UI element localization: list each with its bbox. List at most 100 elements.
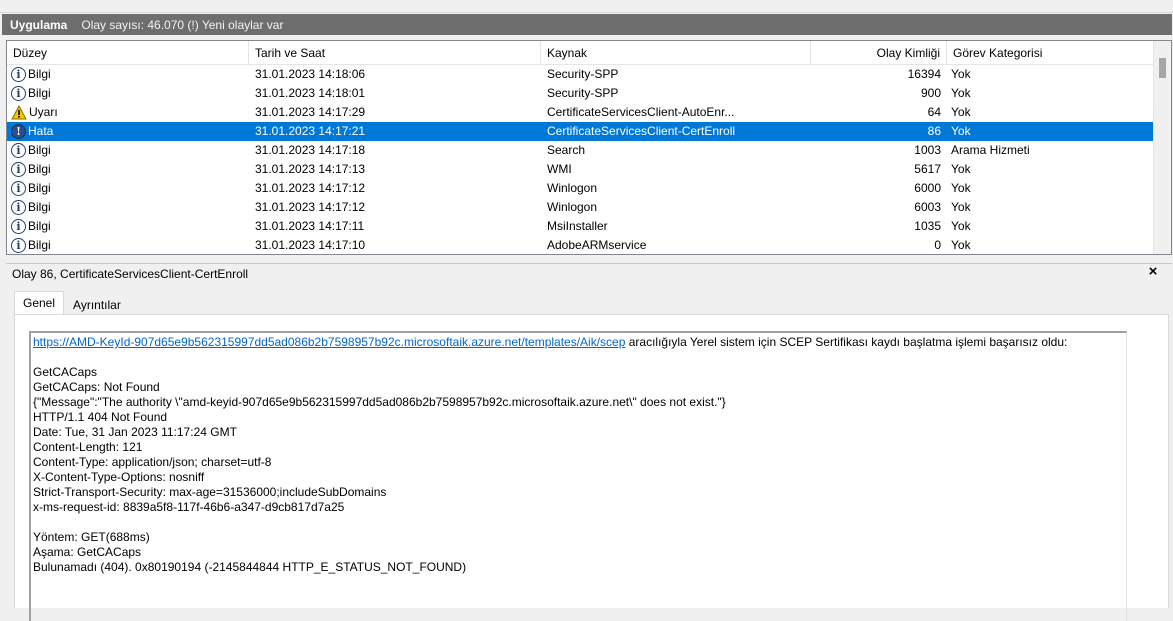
detail-tabs: Genel Ayrıntılar — [14, 291, 130, 315]
cell-level: i Bilgi — [11, 236, 251, 254]
cell-task-category: Yok — [951, 105, 971, 119]
close-icon[interactable]: × — [1145, 264, 1161, 280]
cell-source: MsiInstaller — [547, 219, 608, 233]
cell-level: i Bilgi — [11, 141, 251, 160]
cell-date: 31.01.2023 14:18:01 — [255, 86, 366, 100]
table-row[interactable]: i Bilgi 31.01.2023 14:18:01 Security-SPP 900… — [7, 84, 1154, 103]
tab-details[interactable]: Ayrıntılar — [64, 293, 130, 315]
event-rows: i Bilgi 31.01.2023 14:18:06 Security-SPP 163… — [7, 65, 1154, 254]
column-header-event-id[interactable]: Olay Kimliği — [811, 41, 947, 65]
description-blank-line — [33, 350, 1122, 365]
cell-level: i Bilgi — [11, 160, 251, 179]
level-text: Bilgi — [28, 67, 51, 81]
table-row[interactable]: i Bilgi 31.01.2023 14:17:12 Winlogon 6003 Yok — [7, 198, 1154, 217]
column-header-date[interactable]: Tarih ve Saat — [249, 41, 541, 65]
description-line: GetCACaps: Not Found — [33, 380, 160, 394]
cell-level: i Bilgi — [11, 198, 251, 217]
table-row[interactable]: i Bilgi 31.01.2023 14:18:06 Security-SPP 163… — [7, 65, 1154, 84]
description-line: Bulunamadı (404). 0x80190194 (-214584484… — [33, 560, 467, 574]
event-count: Olay sayısı: 46.070 (!) Yeni olaylar var — [81, 17, 284, 32]
cell-event-id: 1035 — [914, 219, 941, 233]
cell-task-category: Arama Hizmeti — [951, 143, 1030, 157]
event-detail-header: Olay 86, CertificateServicesClient-CertE… — [6, 263, 1172, 283]
level-text: Hata — [28, 124, 54, 138]
event-detail-title: Olay 86, CertificateServicesClient-CertE… — [12, 266, 249, 281]
scrollbar-thumb[interactable] — [1159, 58, 1166, 78]
description-line: Strict-Transport-Security: max-age=31536… — [33, 485, 387, 499]
cell-event-id: 86 — [927, 124, 941, 138]
level-text: Bilgi — [28, 143, 51, 157]
cell-task-category: Yok — [951, 219, 971, 233]
level-text: Uyarı — [29, 105, 58, 119]
cell-event-id: 900 — [920, 86, 941, 100]
table-row[interactable]: i Bilgi 31.01.2023 14:17:10 AdobeARMservice… — [7, 236, 1154, 254]
cell-task-category: Yok — [951, 124, 971, 138]
cell-event-id: 64 — [927, 105, 941, 119]
description-blank-line — [33, 515, 1122, 530]
cell-source: Search — [547, 143, 586, 157]
cell-level: i Bilgi — [11, 179, 251, 198]
description-line: Date: Tue, 31 Jan 2023 11:17:24 GMT — [33, 425, 237, 439]
description-line: x-ms-request-id: 8839a5f8-117f-46b6-a347… — [33, 500, 345, 514]
cell-date: 31.01.2023 14:17:10 — [255, 238, 366, 252]
error-icon: ! — [11, 124, 26, 139]
column-header-source[interactable]: Kaynak — [541, 41, 811, 65]
description-line: Content-Length: 121 — [33, 440, 143, 454]
description-line: Content-Type: application/json; charset=… — [33, 455, 272, 469]
cell-event-id: 5617 — [914, 162, 941, 176]
cell-source: Security-SPP — [547, 67, 619, 81]
cell-source: Winlogon — [547, 181, 598, 195]
description-line: HTTP/1.1 404 Not Found — [33, 410, 168, 424]
description-line: GetCACaps — [33, 365, 98, 379]
column-header-level[interactable]: Düzey — [7, 41, 249, 65]
cell-date: 31.01.2023 14:18:06 — [255, 67, 366, 81]
description-line: {"Message":"The authority \"amd-keyid-90… — [33, 395, 726, 409]
level-text: Bilgi — [28, 219, 51, 233]
cell-task-category: Yok — [951, 67, 971, 81]
info-icon: i — [11, 181, 26, 196]
cell-task-category: Yok — [951, 162, 971, 176]
cell-task-category: Yok — [951, 238, 971, 252]
cell-task-category: Yok — [951, 200, 971, 214]
info-icon: i — [11, 219, 26, 234]
table-row[interactable]: i Bilgi 31.01.2023 14:17:13 WMI 5617 Yok — [7, 160, 1154, 179]
cell-task-category: Yok — [951, 181, 971, 195]
pane-splitter[interactable] — [0, 256, 1173, 262]
general-tab-panel: https://AMD-KeyId-907d65e9b562315997dd5a… — [14, 314, 1169, 621]
cell-event-id: 6003 — [914, 200, 941, 214]
table-row[interactable]: i Bilgi 31.01.2023 14:17:12 Winlogon 6000 Yok — [7, 179, 1154, 198]
event-list[interactable]: Düzey Tarih ve Saat Kaynak Olay Kimliği … — [6, 40, 1172, 255]
cell-source: Security-SPP — [547, 86, 619, 100]
cell-date: 31.01.2023 14:17:12 — [255, 200, 366, 214]
list-scrollbar[interactable] — [1153, 41, 1171, 254]
cell-date: 31.01.2023 14:17:12 — [255, 181, 366, 195]
description-line: Aşama: GetCACaps — [33, 545, 142, 559]
table-row[interactable]: i Bilgi 31.01.2023 14:17:11 MsiInstaller 103… — [7, 217, 1154, 236]
log-title-bar: Uygulama Olay sayısı: 46.070 (!) Yeni ol… — [2, 14, 1172, 35]
cell-date: 31.01.2023 14:17:21 — [255, 124, 366, 138]
cell-source: WMI — [547, 162, 572, 176]
warning-icon — [11, 105, 27, 120]
info-icon: i — [11, 67, 26, 82]
table-row[interactable]: i Bilgi 31.01.2023 14:17:18 Search 1003 Arama… — [7, 141, 1154, 160]
description-first-line: https://AMD-KeyId-907d65e9b562315997dd5a… — [33, 335, 1122, 350]
cell-level: Uyarı — [11, 103, 251, 122]
top-strip — [0, 0, 1173, 13]
description-line: Yöntem: GET(688ms) — [33, 530, 150, 544]
cell-source: CertificateServicesClient-CertEnroll — [547, 124, 736, 138]
cell-event-id: 0 — [934, 238, 941, 252]
table-row[interactable]: Uyarı 31.01.2023 14:17:29 CertificateServi… — [7, 103, 1154, 122]
info-icon: i — [11, 200, 26, 215]
cell-event-id: 6000 — [914, 181, 941, 195]
level-text: Bilgi — [28, 86, 51, 100]
tab-general[interactable]: Genel — [14, 291, 65, 315]
description-line: X-Content-Type-Options: nosniff — [33, 470, 205, 484]
event-description[interactable]: https://AMD-KeyId-907d65e9b562315997dd5a… — [29, 331, 1127, 621]
cell-event-id: 1003 — [914, 143, 941, 157]
info-icon: i — [11, 238, 26, 253]
table-row[interactable]: ! Hata 31.01.2023 14:17:21 CertificateServi… — [7, 122, 1154, 141]
cell-source: Winlogon — [547, 200, 598, 214]
column-header-task-category[interactable]: Görev Kategorisi — [947, 41, 1154, 65]
scep-url-link[interactable]: https://AMD-KeyId-907d65e9b562315997dd5a… — [33, 335, 625, 349]
cell-level: i Bilgi — [11, 65, 251, 84]
